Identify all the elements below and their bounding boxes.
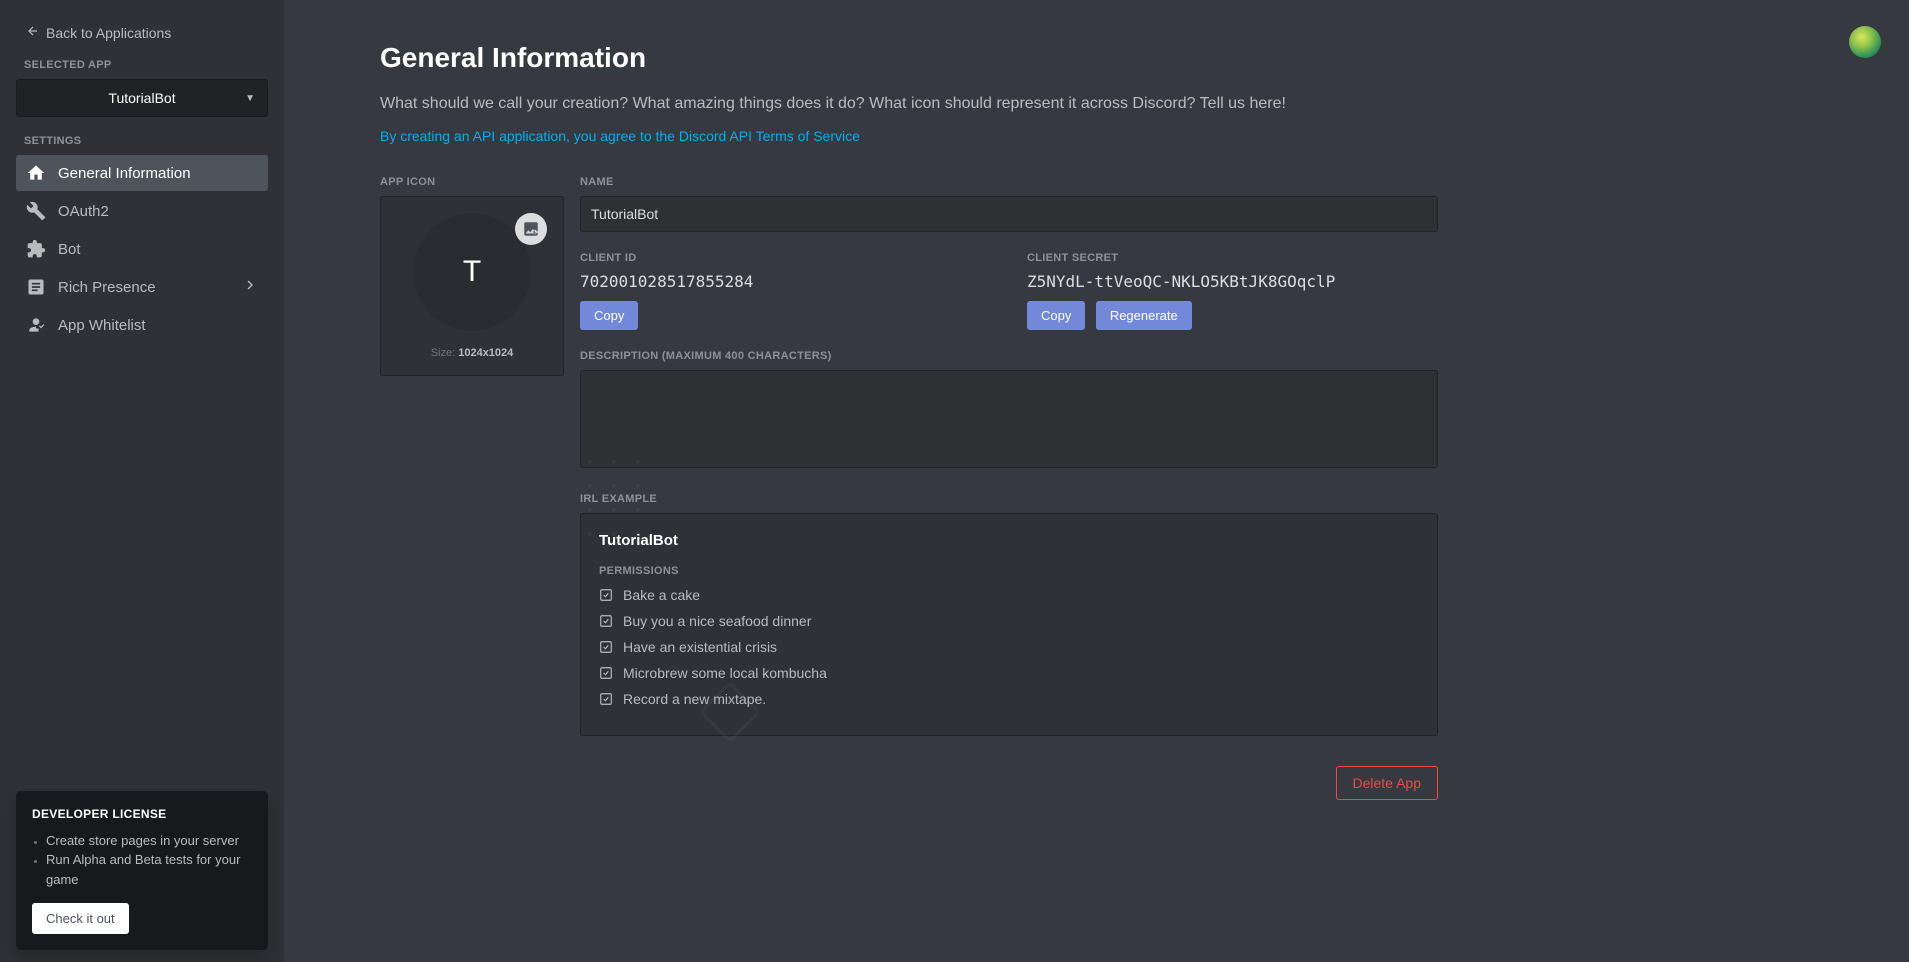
main-content: General Information What should we call … bbox=[284, 0, 1909, 962]
permissions-label: PERMISSIONS bbox=[599, 565, 1419, 577]
irl-example-label: IRL EXAMPLE bbox=[580, 493, 1438, 505]
upload-image-icon bbox=[515, 213, 547, 245]
promo-bullets: Create store pages in your server Run Al… bbox=[46, 831, 252, 890]
regenerate-secret-button[interactable]: Regenerate bbox=[1096, 301, 1192, 330]
irl-example-title: TutorialBot bbox=[599, 532, 1419, 549]
nav-general-information[interactable]: General Information bbox=[16, 155, 268, 191]
check-icon bbox=[599, 640, 613, 654]
check-it-out-button[interactable]: Check it out bbox=[32, 903, 129, 934]
nav-app-whitelist[interactable]: App Whitelist bbox=[16, 307, 268, 343]
permission-item: Have an existential crisis bbox=[599, 639, 1419, 655]
chevron-right-icon bbox=[242, 277, 258, 297]
description-textarea[interactable] bbox=[580, 370, 1438, 468]
client-secret-value: Z5NYdL-ttVeoQC-NKLO5KBtJK8GOqclP bbox=[1027, 272, 1438, 291]
permission-item: Record a new mixtape. bbox=[599, 691, 1419, 707]
settings-section-label: SETTINGS bbox=[24, 135, 260, 147]
page-subtitle: What should we call your creation? What … bbox=[380, 92, 1438, 116]
nav-rich-presence[interactable]: Rich Presence bbox=[16, 269, 268, 305]
client-id-label: CLIENT ID bbox=[580, 252, 991, 264]
selected-app-name: TutorialBot bbox=[108, 90, 175, 106]
page-title: General Information bbox=[380, 42, 1438, 74]
document-icon bbox=[26, 277, 46, 297]
delete-app-button[interactable]: Delete App bbox=[1336, 766, 1439, 800]
irl-example-box: TutorialBot PERMISSIONS Bake a cake Buy … bbox=[580, 513, 1438, 736]
arrow-left-icon bbox=[26, 24, 40, 41]
puzzle-icon bbox=[26, 239, 46, 259]
chevron-down-icon: ▼ bbox=[245, 93, 255, 104]
check-icon bbox=[599, 614, 613, 628]
check-icon bbox=[599, 666, 613, 680]
back-label: Back to Applications bbox=[46, 25, 171, 41]
developer-license-promo: DEVELOPER LICENSE Create store pages in … bbox=[16, 791, 268, 951]
nav-label: General Information bbox=[58, 165, 191, 182]
nav-label: App Whitelist bbox=[58, 317, 146, 334]
client-id-value: 702001028517855284 bbox=[580, 272, 991, 291]
client-secret-label: CLIENT SECRET bbox=[1027, 252, 1438, 264]
nav-label: Bot bbox=[58, 241, 81, 258]
icon-letter: T bbox=[463, 255, 481, 289]
tos-link[interactable]: By creating an API application, you agre… bbox=[380, 128, 860, 144]
nav-label: Rich Presence bbox=[58, 279, 156, 296]
permission-item: Microbrew some local kombucha bbox=[599, 665, 1419, 681]
nav-label: OAuth2 bbox=[58, 203, 109, 220]
app-icon-placeholder: T bbox=[413, 213, 531, 331]
description-label: DESCRIPTION (MAXIMUM 400 CHARACTERS) bbox=[580, 350, 1438, 362]
permission-item: Buy you a nice seafood dinner bbox=[599, 613, 1419, 629]
copy-client-id-button[interactable]: Copy bbox=[580, 301, 638, 330]
nav-oauth2[interactable]: OAuth2 bbox=[16, 193, 268, 229]
user-avatar[interactable] bbox=[1849, 26, 1881, 58]
name-label: NAME bbox=[580, 176, 1438, 188]
app-icon-label: APP ICON bbox=[380, 176, 564, 188]
back-to-applications-link[interactable]: Back to Applications bbox=[16, 16, 268, 49]
check-icon bbox=[599, 692, 613, 706]
app-icon-uploader[interactable]: T Size: 1024x1024 bbox=[380, 196, 564, 376]
nav-bot[interactable]: Bot bbox=[16, 231, 268, 267]
user-check-icon bbox=[26, 315, 46, 335]
home-icon bbox=[26, 163, 46, 183]
promo-bullet: Run Alpha and Beta tests for your game bbox=[46, 850, 252, 889]
promo-bullet: Create store pages in your server bbox=[46, 831, 252, 851]
icon-size-hint: Size: 1024x1024 bbox=[431, 347, 514, 359]
check-icon bbox=[599, 588, 613, 602]
permission-item: Bake a cake bbox=[599, 587, 1419, 603]
name-input[interactable] bbox=[580, 196, 1438, 232]
copy-client-secret-button[interactable]: Copy bbox=[1027, 301, 1085, 330]
promo-title: DEVELOPER LICENSE bbox=[32, 807, 252, 821]
app-selector-dropdown[interactable]: TutorialBot ▼ bbox=[16, 79, 268, 117]
wrench-icon bbox=[26, 201, 46, 221]
selected-app-section-label: SELECTED APP bbox=[24, 59, 260, 71]
sidebar: Back to Applications SELECTED APP Tutori… bbox=[0, 0, 284, 962]
